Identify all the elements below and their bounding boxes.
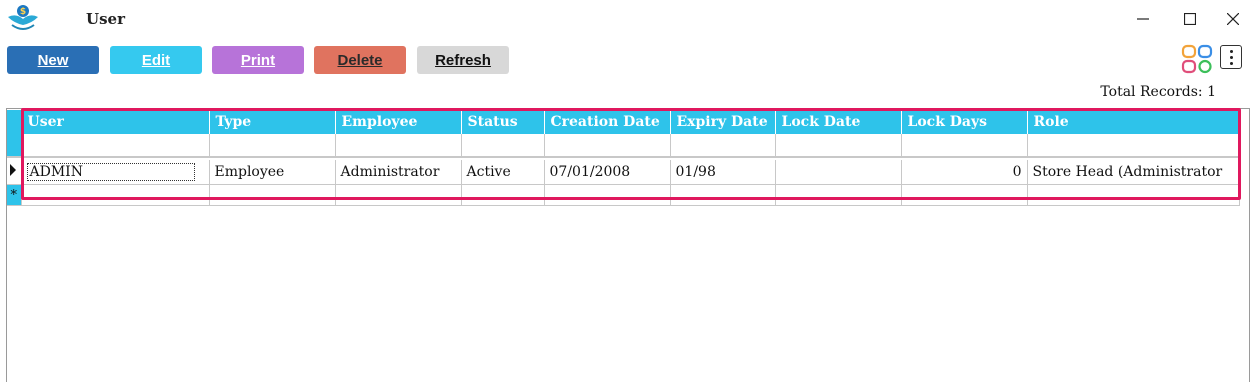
cell-expiry-date[interactable]: 01/98	[670, 160, 776, 185]
column-header-employee[interactable]: Employee	[335, 110, 462, 134]
delete-button[interactable]: Delete	[314, 46, 406, 74]
window-title: User	[86, 10, 125, 28]
filter-expiry-date[interactable]	[670, 134, 776, 158]
new-cell-lock-days[interactable]	[901, 184, 1028, 206]
title-bar: $ User	[0, 0, 1252, 40]
column-header-type[interactable]: Type	[209, 110, 336, 134]
more-options-icon[interactable]	[1220, 45, 1242, 69]
cell-user-value: ADMIN	[26, 163, 195, 181]
new-cell-lock-date[interactable]	[775, 184, 902, 206]
new-cell-role[interactable]	[1027, 184, 1240, 206]
new-row[interactable]: *	[7, 184, 1240, 206]
column-header-lock-date[interactable]: Lock Date	[775, 110, 902, 134]
filter-creation-date[interactable]	[544, 134, 671, 158]
filter-employee[interactable]	[335, 134, 462, 158]
filter-status[interactable]	[461, 134, 545, 158]
filter-type[interactable]	[209, 134, 336, 158]
maximize-icon	[1184, 13, 1196, 25]
maximize-button[interactable]	[1175, 6, 1205, 32]
total-records: Total Records: 1	[1100, 84, 1216, 100]
new-cell-user[interactable]	[21, 184, 210, 206]
filter-lock-date[interactable]	[775, 134, 902, 158]
cell-status[interactable]: Active	[461, 160, 545, 185]
close-icon	[1227, 13, 1239, 25]
new-cell-creation-date[interactable]	[544, 184, 671, 206]
row-pointer-icon	[10, 164, 16, 176]
new-button[interactable]: New	[7, 46, 99, 74]
new-cell-expiry-date[interactable]	[670, 184, 776, 206]
table-row[interactable]: ADMIN Employee Administrator Active 07/0…	[7, 160, 1240, 185]
column-header-user[interactable]: User	[21, 110, 210, 134]
current-row-indicator[interactable]	[7, 160, 22, 185]
minimize-icon	[1137, 18, 1149, 20]
column-header-expiry-date[interactable]: Expiry Date	[670, 110, 776, 134]
new-cell-status[interactable]	[461, 184, 545, 206]
edit-button[interactable]: Edit	[110, 46, 202, 74]
close-button[interactable]	[1218, 6, 1248, 32]
column-header-lock-days[interactable]: Lock Days	[901, 110, 1028, 134]
row-header-corner	[7, 110, 22, 134]
new-row-marker: *	[7, 184, 22, 206]
cell-role[interactable]: Store Head (Administrator	[1027, 160, 1240, 185]
grid-header-row: User Type Employee Status Creation Date …	[7, 110, 1240, 134]
new-cell-type[interactable]	[209, 184, 336, 206]
column-header-role[interactable]: Role	[1027, 110, 1240, 134]
users-grid: User Type Employee Status Creation Date …	[7, 110, 1240, 206]
cell-creation-date[interactable]: 07/01/2008	[544, 160, 671, 185]
cell-lock-date[interactable]	[775, 160, 902, 185]
filter-user[interactable]	[21, 134, 210, 158]
print-button[interactable]: Print	[212, 46, 304, 74]
filter-row	[7, 134, 1240, 158]
minimize-button[interactable]	[1128, 6, 1158, 32]
app-logo-icon: $	[8, 5, 38, 30]
cell-employee[interactable]: Administrator	[335, 160, 462, 185]
apps-grid-icon[interactable]	[1181, 44, 1213, 74]
filter-role[interactable]	[1027, 134, 1240, 158]
svg-text:$: $	[20, 7, 26, 17]
cell-type[interactable]: Employee	[209, 160, 336, 185]
refresh-button[interactable]: Refresh	[417, 46, 509, 74]
column-header-status[interactable]: Status	[461, 110, 545, 134]
filter-lock-days[interactable]	[901, 134, 1028, 158]
cell-user[interactable]: ADMIN	[21, 160, 210, 185]
cell-lock-days[interactable]: 0	[901, 160, 1028, 185]
filter-row-header	[7, 134, 22, 158]
new-cell-employee[interactable]	[335, 184, 462, 206]
column-header-creation-date[interactable]: Creation Date	[544, 110, 671, 134]
